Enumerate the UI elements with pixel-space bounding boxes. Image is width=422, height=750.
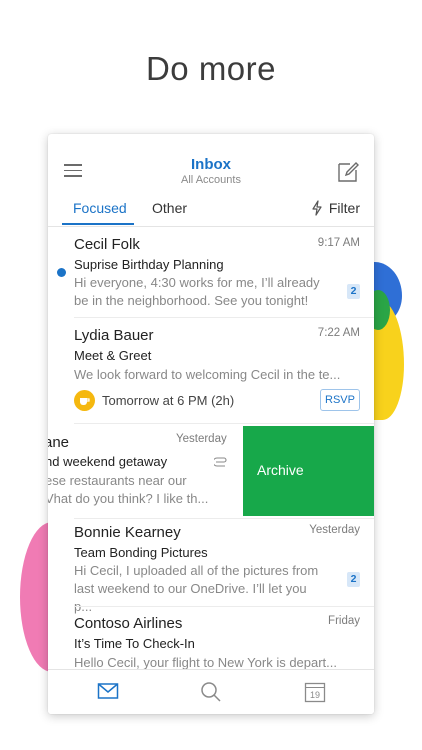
- divider: [74, 518, 374, 519]
- divider: [74, 606, 374, 607]
- account-subtitle: All Accounts: [181, 174, 241, 186]
- message-subject: It’s Time To Check-In: [74, 636, 195, 651]
- divider: [74, 423, 374, 424]
- message-item[interactable]: Contoso Airlines Friday It’s Time To Che…: [48, 608, 374, 670]
- message-time: Friday: [328, 615, 360, 627]
- message-subject: Meet & Greet: [74, 348, 152, 363]
- message-item[interactable]: Lydia Bauer 7:22 AM Meet & Greet We look…: [48, 318, 374, 424]
- inbox-tabs: Focused Other Filter: [48, 196, 374, 227]
- attachment-icon: [212, 454, 228, 472]
- message-time: Yesterday: [309, 524, 360, 536]
- message-preview: ese restaurants near our Vhat do you thi…: [48, 472, 245, 508]
- message-sender: Contoso Airlines: [74, 615, 183, 632]
- filter-button[interactable]: Filter: [311, 200, 360, 216]
- tab-other[interactable]: Other: [152, 200, 187, 216]
- calendar-icon[interactable]: 19: [304, 681, 326, 708]
- message-preview-line: be in the neighborhood. See you tonight!: [74, 293, 309, 308]
- compose-icon[interactable]: [336, 160, 360, 184]
- message-preview: We look forward to welcoming Cecil in th…: [74, 367, 341, 382]
- event-time: Tomorrow at 6 PM (2h): [102, 393, 235, 408]
- archive-swipe-action[interactable]: Archive: [243, 426, 374, 516]
- search-icon[interactable]: [200, 681, 222, 708]
- message-preview-line: ese restaurants near our: [48, 473, 187, 488]
- thread-count-badge: 2: [347, 572, 360, 587]
- message-preview: Hi everyone, 4:30 works for me, I’ll alr…: [74, 274, 324, 310]
- message-subject: Team Bonding Pictures: [74, 545, 208, 560]
- calendar-day-number: 19: [310, 690, 320, 700]
- filter-icon: [312, 200, 322, 216]
- message-time: 7:22 AM: [317, 327, 360, 339]
- filter-label: Filter: [328, 200, 360, 216]
- message-subject: Suprise Birthday Planning: [74, 257, 224, 272]
- message-sender: ane: [48, 434, 70, 451]
- mail-icon[interactable]: [97, 681, 119, 706]
- message-preview-line: Hi Cecil, I uploaded all of the pictures…: [74, 563, 319, 578]
- bottom-nav: 19: [48, 669, 374, 714]
- coffee-icon: [74, 390, 95, 411]
- message-sender: Lydia Bauer: [74, 327, 154, 344]
- message-time: 9:17 AM: [317, 237, 360, 249]
- message-item[interactable]: Cecil Folk 9:17 AM Suprise Birthday Plan…: [48, 230, 374, 318]
- rsvp-button[interactable]: RSVP: [320, 389, 360, 411]
- message-time: Yesterday: [176, 433, 227, 445]
- unread-indicator: [57, 268, 66, 277]
- archive-label: Archive: [257, 462, 304, 478]
- message-sender: Bonnie Kearney: [74, 524, 181, 541]
- message-preview-line: Hi everyone, 4:30 works for me, I’ll alr…: [74, 275, 320, 290]
- phone-frame: Inbox All Accounts Focused Other Filter …: [48, 134, 374, 714]
- inbox-header: Inbox All Accounts: [48, 156, 374, 186]
- headline: Do more: [145, 50, 277, 87]
- tab-focused-indicator: [62, 223, 134, 225]
- thread-count-badge: 2: [347, 284, 360, 299]
- message-preview-line: Vhat do you think? I like th...: [48, 491, 209, 506]
- message-sender: Cecil Folk: [74, 236, 140, 253]
- tab-focused[interactable]: Focused: [73, 200, 127, 216]
- message-item[interactable]: Bonnie Kearney Yesterday Team Bonding Pi…: [48, 518, 374, 614]
- page-title: Inbox: [191, 156, 231, 173]
- message-subject: nd weekend getaway: [48, 454, 168, 469]
- top-bar: Inbox All Accounts: [48, 134, 374, 190]
- message-item-swiped[interactable]: ane Yesterday nd weekend getaway ese res…: [48, 426, 374, 516]
